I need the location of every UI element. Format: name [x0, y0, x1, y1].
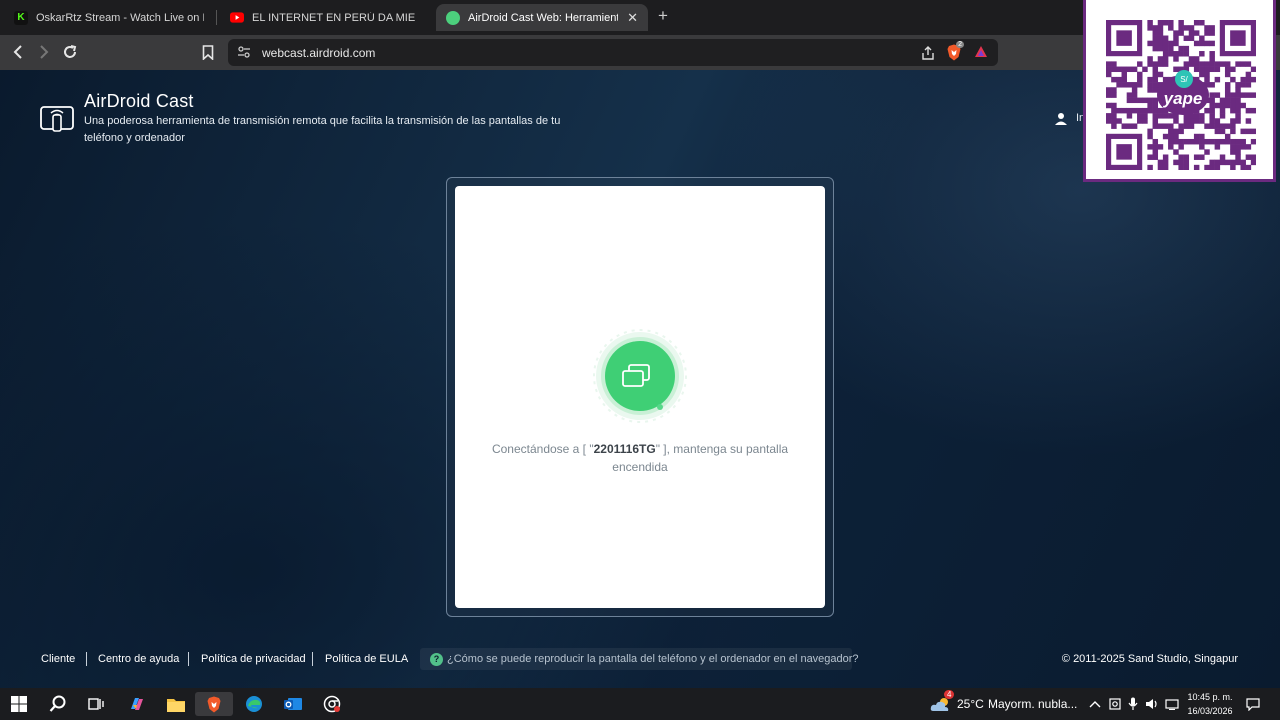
status-prefix: Conectándose a [ "	[491, 442, 594, 456]
outlook-icon[interactable]	[281, 692, 305, 716]
weather-badge: 4	[944, 690, 955, 699]
new-tab-icon[interactable]: +	[658, 6, 668, 26]
forward-icon[interactable]	[34, 42, 54, 62]
start-icon[interactable]	[7, 692, 31, 716]
volume-icon[interactable]	[1145, 696, 1159, 712]
site-settings-icon[interactable]	[236, 44, 252, 60]
device-code: 2201116TG	[593, 442, 656, 456]
footer-divider	[86, 652, 87, 666]
shields-count: 2	[956, 41, 964, 48]
tab-kick[interactable]: K OskarRtz Stream - Watch Live on Kick	[4, 4, 214, 31]
youtube-icon	[230, 11, 244, 25]
tab-title: AirDroid Cast Web: Herramienta	[468, 11, 618, 24]
copyright: © 2011-2025 Sand Studio, Singapur	[1061, 653, 1238, 665]
brand-name: AirDroid Cast	[84, 91, 194, 111]
microphone-icon[interactable]	[1126, 696, 1140, 712]
cast-panel: Conectándose a [ "2201116TG" ], mantenga…	[455, 186, 825, 608]
yape-brand-text: yape	[1163, 89, 1203, 108]
user-icon[interactable]	[1054, 112, 1068, 126]
yape-badge-text: S/	[1180, 75, 1188, 84]
brave-icon[interactable]	[195, 692, 233, 716]
airdroid-icon	[446, 10, 460, 25]
footer-link-cliente[interactable]: Cliente	[41, 653, 75, 665]
share-icon[interactable]	[920, 45, 936, 61]
footer-divider	[312, 652, 313, 666]
footer-link-help-center[interactable]: Centro de ayuda	[98, 653, 179, 665]
windows-taskbar: 4 25°C Mayorm. nubla... 10:45 p. m. 16/0…	[0, 688, 1280, 720]
address-bar[interactable]: webcast.airdroid.com 2	[228, 39, 998, 66]
back-icon[interactable]	[8, 42, 28, 62]
bookmark-icon[interactable]	[198, 42, 218, 62]
help-question-text: ¿Cómo se puede reproducir la pantalla de…	[447, 653, 859, 665]
tab-youtube[interactable]: EL INTERNET EN PERÚ DA MIEDO - Y	[220, 4, 426, 31]
airdroid-cast-logo-icon	[40, 106, 74, 132]
reload-icon[interactable]	[60, 42, 80, 62]
tagline: Una poderosa herramienta de transmisión …	[84, 115, 561, 144]
question-icon: ?	[430, 652, 443, 666]
kick-icon: K	[14, 10, 28, 25]
close-tab-icon[interactable]: ✕	[619, 10, 638, 26]
tab-title: OskarRtz Stream - Watch Live on Kick	[36, 11, 204, 24]
url-text: webcast.airdroid.com	[262, 46, 376, 60]
yape-qr-overlay: S/yape	[1083, 0, 1276, 182]
connection-status: Conectándose a [ "2201116TG" ], mantenga…	[475, 440, 805, 476]
clock-date: 16/03/2026	[1187, 706, 1233, 716]
file-explorer-icon[interactable]	[164, 692, 188, 716]
system-clock[interactable]: 10:45 p. m. 16/03/2026	[1184, 690, 1236, 718]
brave-rewards-icon[interactable]	[974, 45, 988, 59]
network-icon[interactable]	[1165, 696, 1179, 712]
tab-divider	[216, 10, 217, 25]
chevron-up-icon[interactable]	[1088, 696, 1102, 712]
clock-time: 10:45 p. m.	[1187, 692, 1233, 702]
footer-link-eula[interactable]: Política de EULA	[325, 653, 408, 665]
weather-temp[interactable]: 25°C	[957, 697, 984, 711]
search-icon[interactable]	[46, 692, 70, 716]
edge-icon[interactable]	[242, 692, 266, 716]
footer-link-privacy[interactable]: Política de privacidad	[201, 653, 306, 665]
help-question-link[interactable]: ? ¿Cómo se puede reproducir la pantalla …	[420, 648, 859, 670]
tab-title: EL INTERNET EN PERÚ DA MIEDO - Y	[252, 11, 416, 24]
chrome-icon[interactable]	[320, 692, 344, 716]
tab-airdroid[interactable]: AirDroid Cast Web: Herramienta ✕	[436, 4, 648, 31]
copilot-icon[interactable]	[125, 692, 149, 716]
task-view-icon[interactable]	[84, 692, 108, 716]
weather-text[interactable]: Mayorm. nubla...	[988, 697, 1077, 711]
screen-capture-icon[interactable]	[1108, 696, 1122, 712]
connecting-animation-icon	[593, 329, 687, 423]
footer-divider	[188, 652, 189, 666]
notifications-icon[interactable]	[1246, 696, 1260, 712]
yape-qr-code: S/yape	[1106, 20, 1256, 170]
